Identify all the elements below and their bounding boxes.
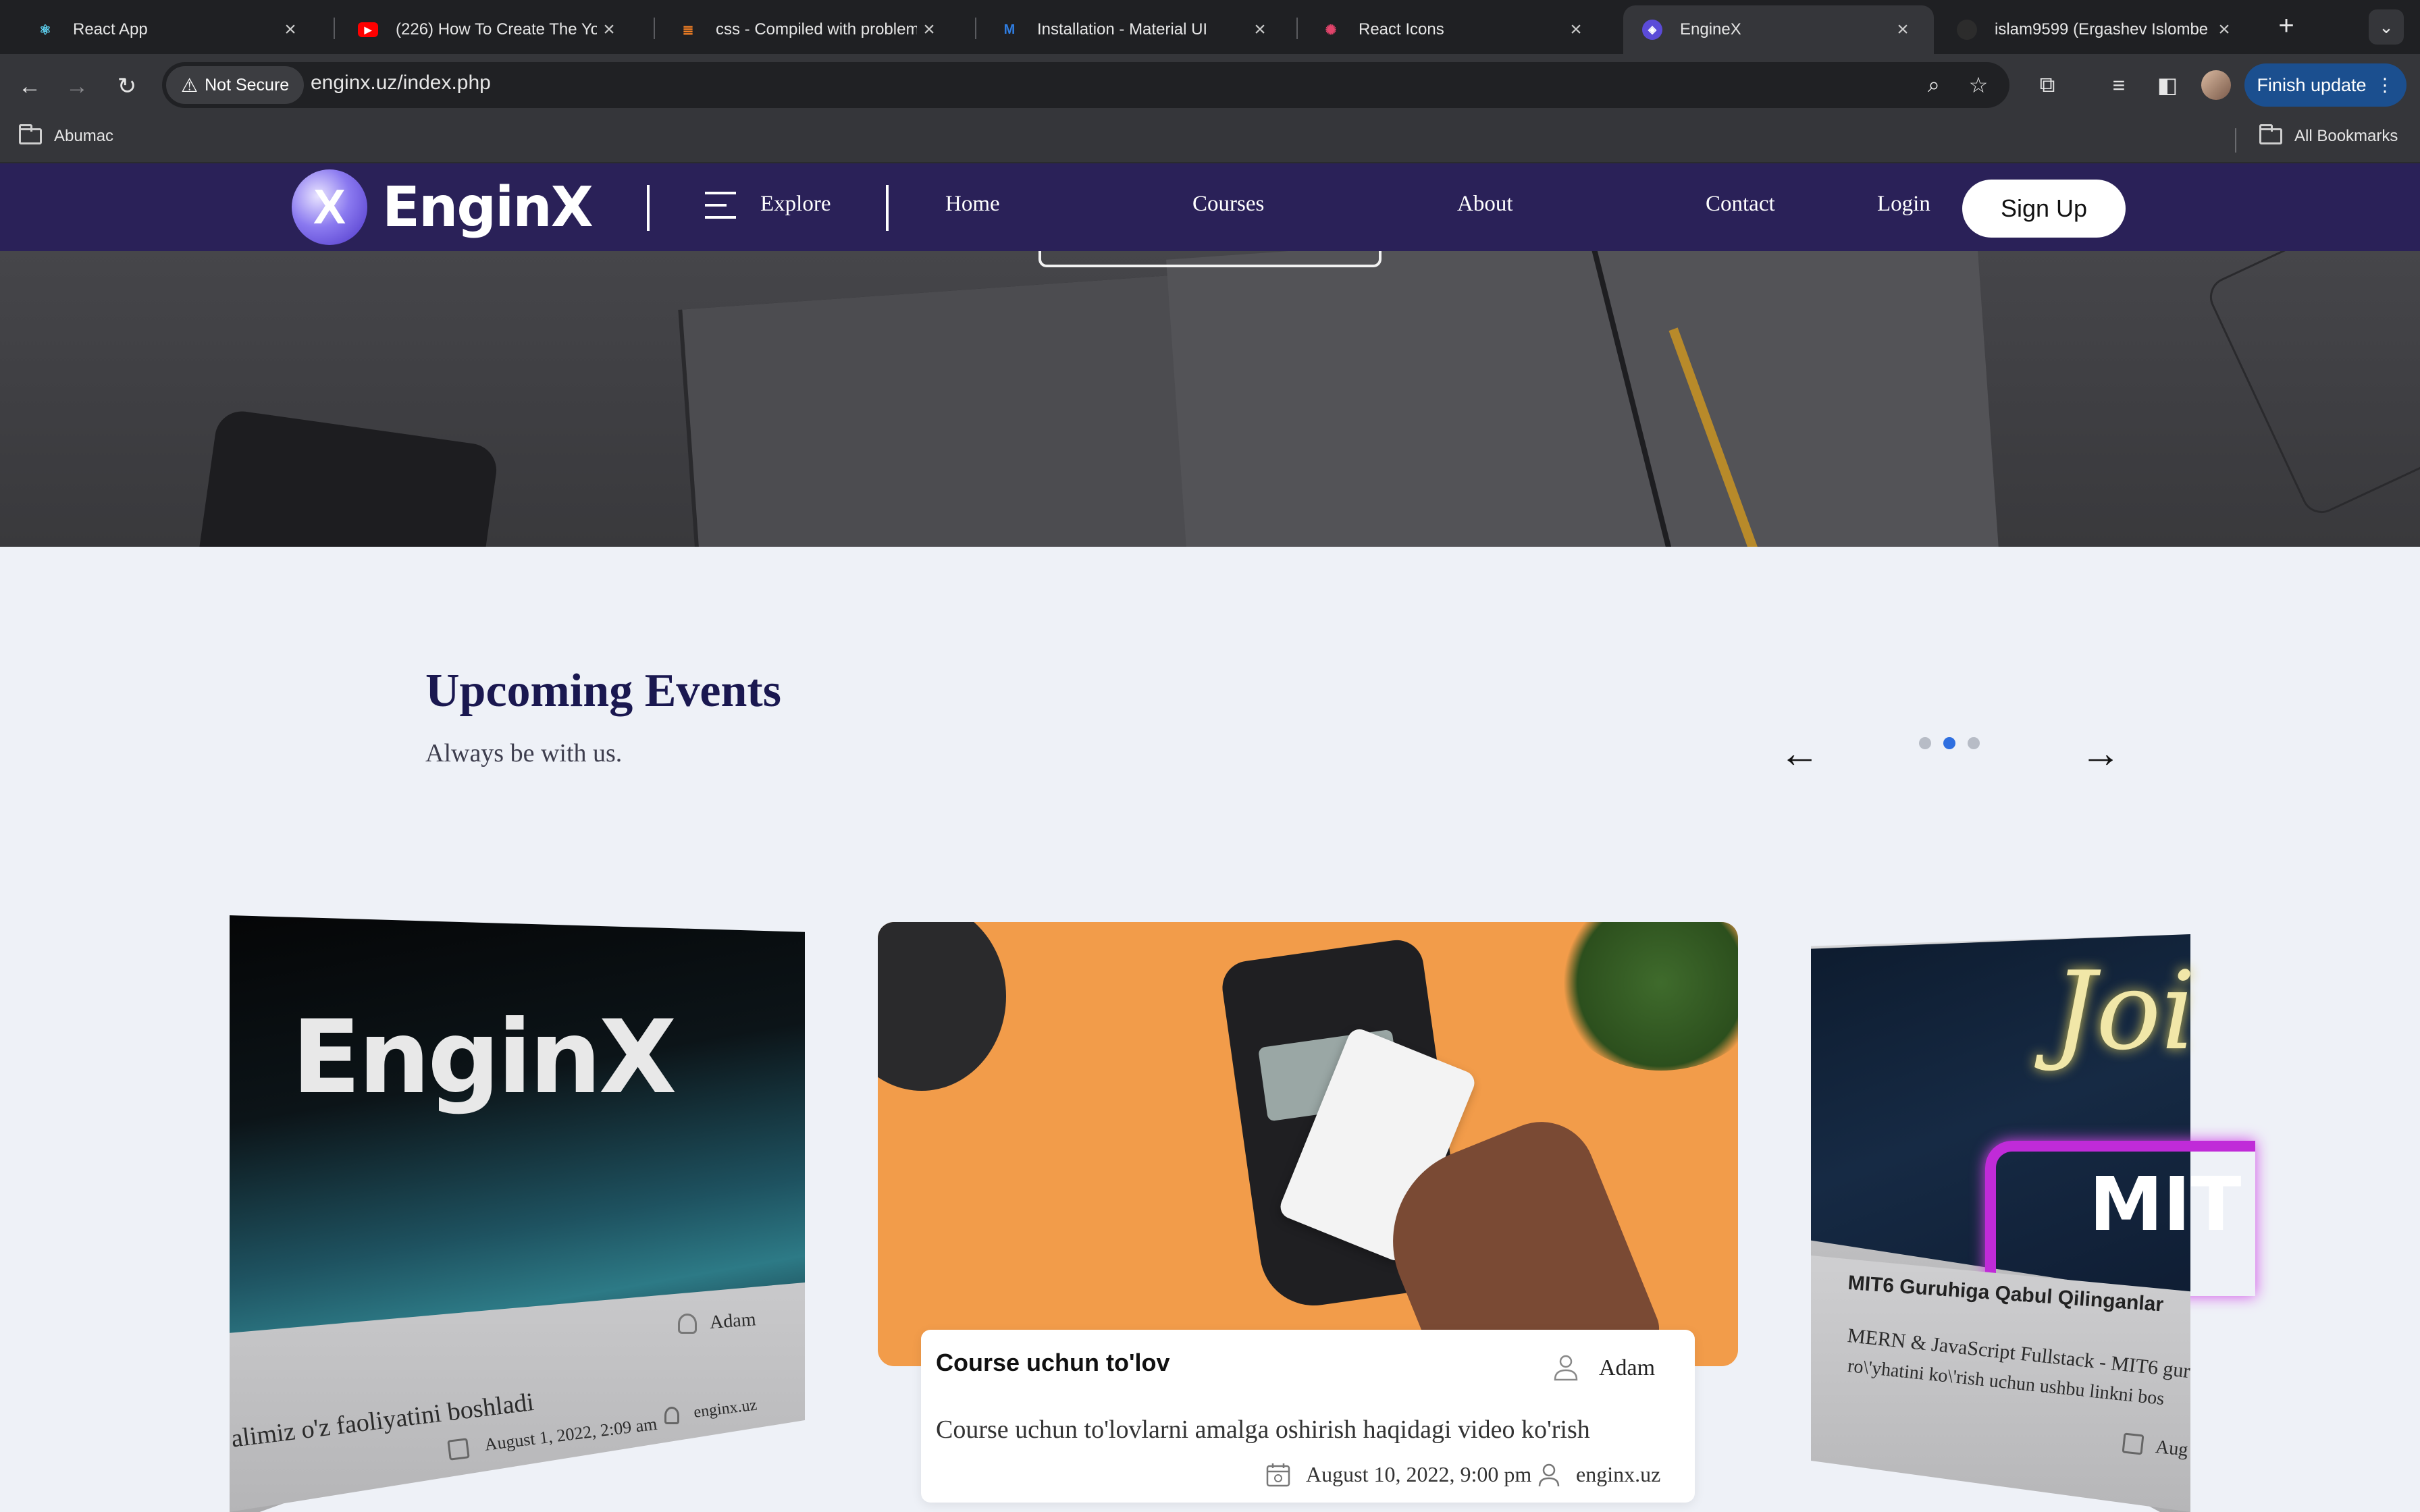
card-author: Adam bbox=[709, 1309, 757, 1333]
logo-text: EnginX bbox=[382, 175, 594, 240]
calendar-icon bbox=[2122, 1432, 2145, 1455]
tab-react-app[interactable]: ⚛ React App × bbox=[16, 5, 321, 54]
user-icon bbox=[678, 1314, 697, 1334]
tab-separator bbox=[1296, 18, 1298, 39]
tab-stackoverflow[interactable]: ≣ css - Compiled with problem × bbox=[659, 5, 960, 54]
forward-icon[interactable]: → bbox=[61, 70, 93, 103]
bookmarks-bar bbox=[0, 115, 2420, 163]
tab-separator bbox=[975, 18, 976, 39]
tab-title: islam9599 (Ergashev Islombe bbox=[1995, 20, 2209, 38]
finish-update-label: Finish update bbox=[2257, 74, 2367, 95]
all-bookmarks-label: All Bookmarks bbox=[2294, 127, 2398, 145]
enginex-icon: ◈ bbox=[1642, 20, 1662, 40]
card-title: Course uchun to'lov bbox=[936, 1349, 1170, 1376]
avatar[interactable] bbox=[2201, 70, 2231, 100]
tab-title: React App bbox=[73, 20, 148, 38]
logo-mark-icon: X bbox=[292, 169, 367, 245]
card-description: Course uchun to'lovlarni amalga oshirish… bbox=[936, 1415, 1590, 1444]
folder-icon bbox=[19, 124, 42, 144]
folder-icon bbox=[2259, 124, 2282, 144]
tab-title: (226) How To Create The You bbox=[396, 20, 597, 38]
tab-youtube[interactable]: ▶ (226) How To Create The You × bbox=[339, 5, 640, 54]
carousel-dot[interactable] bbox=[1968, 737, 1980, 749]
carousel-dot[interactable] bbox=[1919, 737, 1931, 749]
react-icon: ⚛ bbox=[39, 22, 51, 38]
tab-separator bbox=[334, 18, 335, 39]
card-site: enginx.uz bbox=[1576, 1462, 1661, 1486]
tab-title: EngineX bbox=[1680, 20, 1741, 38]
warning-icon: ⚠ bbox=[181, 74, 199, 96]
nav-about[interactable]: About bbox=[1457, 192, 1513, 217]
tab-title: React Icons bbox=[1359, 20, 1444, 38]
bookmark-abumac[interactable]: Abumac bbox=[19, 124, 114, 146]
more-icon: ⋮ bbox=[2375, 74, 2394, 95]
zoom-icon[interactable]: ⌕ bbox=[1916, 68, 1951, 103]
bookmark-label: Abumac bbox=[54, 127, 114, 145]
card-image-mit-text: MIT bbox=[2089, 1161, 2242, 1247]
card-author: Adam bbox=[1599, 1355, 1656, 1380]
calendar-icon bbox=[447, 1438, 470, 1461]
new-tab-button[interactable]: + bbox=[2270, 9, 2303, 42]
close-icon[interactable]: × bbox=[1564, 18, 1588, 42]
section-subtitle: Always be with us. bbox=[425, 739, 623, 767]
card-image-neon-text: Joi bbox=[2053, 948, 2196, 1074]
reload-icon[interactable]: ↻ bbox=[111, 70, 143, 103]
tab-title: css - Compiled with problem bbox=[716, 20, 917, 38]
calendar-icon bbox=[1266, 1463, 1290, 1487]
card-date: Aug bbox=[2154, 1436, 2189, 1461]
youtube-icon: ▶ bbox=[358, 22, 378, 37]
back-icon[interactable]: ← bbox=[14, 70, 46, 103]
divider bbox=[886, 185, 889, 231]
finish-update-button[interactable]: Finish update ⋮ bbox=[2244, 63, 2406, 107]
tab-react-icons[interactable]: ✺ React Icons × bbox=[1302, 5, 1607, 54]
github-icon: ● bbox=[1957, 20, 1977, 40]
location-icon bbox=[664, 1407, 679, 1424]
close-icon[interactable]: × bbox=[597, 18, 621, 42]
carousel-dot-active[interactable] bbox=[1943, 737, 1955, 749]
tab-github[interactable]: ● islam9599 (Ergashev Islombe × bbox=[1938, 5, 2255, 54]
divider bbox=[647, 185, 650, 231]
extensions-icon[interactable]: ⧉ bbox=[2030, 68, 2065, 103]
tab-separator bbox=[654, 18, 655, 39]
close-icon[interactable]: × bbox=[1248, 18, 1272, 42]
side-panel-icon[interactable]: ◧ bbox=[2150, 68, 2185, 103]
security-chip[interactable]: ⚠ Not Secure bbox=[166, 66, 305, 104]
login-link[interactable]: Login bbox=[1877, 192, 1930, 217]
nav-home[interactable]: Home bbox=[945, 192, 1000, 217]
close-icon[interactable]: × bbox=[1891, 18, 1915, 42]
stackoverflow-icon: ≣ bbox=[682, 22, 694, 38]
menu-icon[interactable] bbox=[705, 192, 736, 221]
security-label: Not Secure bbox=[205, 75, 290, 94]
location-icon bbox=[1538, 1463, 1560, 1487]
card-image-logo-text: EnginX bbox=[292, 999, 677, 1116]
url-text[interactable]: enginx.uz/index.php bbox=[311, 72, 491, 94]
event-card-image bbox=[230, 915, 805, 1334]
arrow-left-icon[interactable]: ← bbox=[1776, 729, 1823, 776]
arrow-right-icon[interactable]: → bbox=[2077, 729, 2124, 776]
all-bookmarks[interactable]: All Bookmarks bbox=[2259, 124, 2398, 146]
nav-contact[interactable]: Contact bbox=[1706, 192, 1775, 217]
media-icon[interactable]: ≡ bbox=[2101, 68, 2136, 103]
site-logo[interactable]: X EnginX bbox=[292, 169, 602, 246]
chevron-down-icon[interactable]: ⌄ bbox=[2369, 9, 2404, 45]
mui-icon: M bbox=[1003, 22, 1016, 37]
nav-courses[interactable]: Courses bbox=[1192, 192, 1264, 217]
explore-link[interactable]: Explore bbox=[760, 192, 831, 217]
close-icon[interactable]: × bbox=[278, 18, 302, 42]
event-card-image[interactable] bbox=[878, 922, 1738, 1366]
card-date: August 10, 2022, 9:00 pm bbox=[1306, 1462, 1532, 1486]
section-title: Upcoming Events bbox=[425, 665, 781, 717]
divider bbox=[2235, 128, 2236, 153]
user-icon bbox=[1554, 1355, 1578, 1381]
react-icons-icon: ✺ bbox=[1325, 22, 1337, 38]
tab-enginex[interactable]: ◈ EngineX × bbox=[1623, 5, 1934, 54]
close-icon[interactable]: × bbox=[2212, 18, 2236, 42]
tab-title: Installation - Material UI bbox=[1037, 20, 1208, 38]
signup-button[interactable]: Sign Up bbox=[1962, 180, 2126, 238]
close-icon[interactable]: × bbox=[917, 18, 941, 42]
tab-material-ui[interactable]: M Installation - Material UI × bbox=[980, 5, 1291, 54]
star-icon[interactable]: ☆ bbox=[1961, 68, 1996, 103]
